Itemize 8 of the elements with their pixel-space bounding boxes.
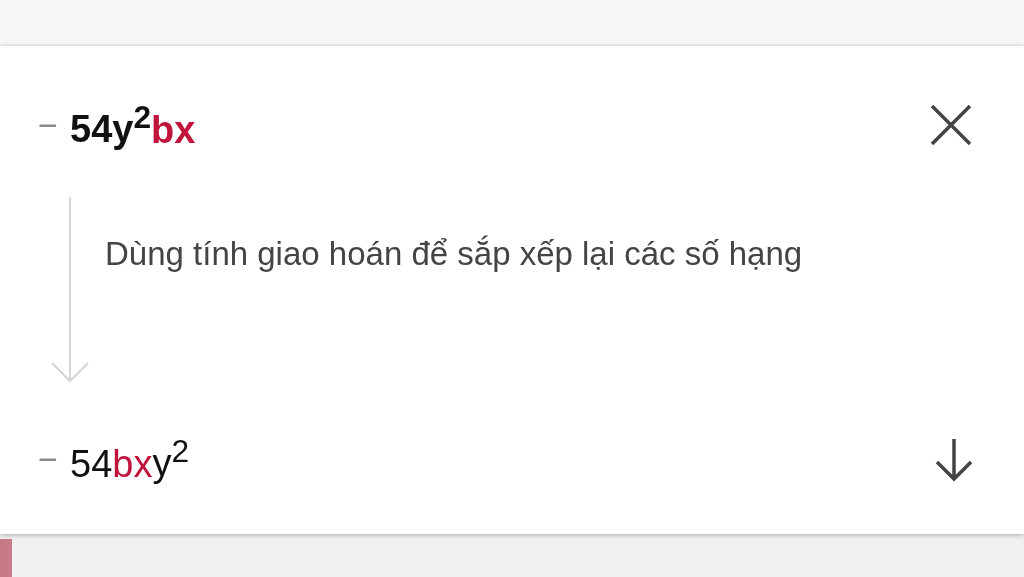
accent-strip <box>0 539 12 577</box>
down-arrow-button[interactable] <box>934 436 974 483</box>
math-expression: 54y$^{2}$bx <box>70 99 197 152</box>
step-explanation: Dùng tính giao hoán để sắp xếp lại các số hạng <box>105 233 804 274</box>
down-arrow-line-icon <box>50 196 90 383</box>
minus-sign: − <box>38 440 59 480</box>
math-expression: 54bxy$^{2}$ <box>70 433 191 486</box>
minus-sign: − <box>38 105 59 145</box>
